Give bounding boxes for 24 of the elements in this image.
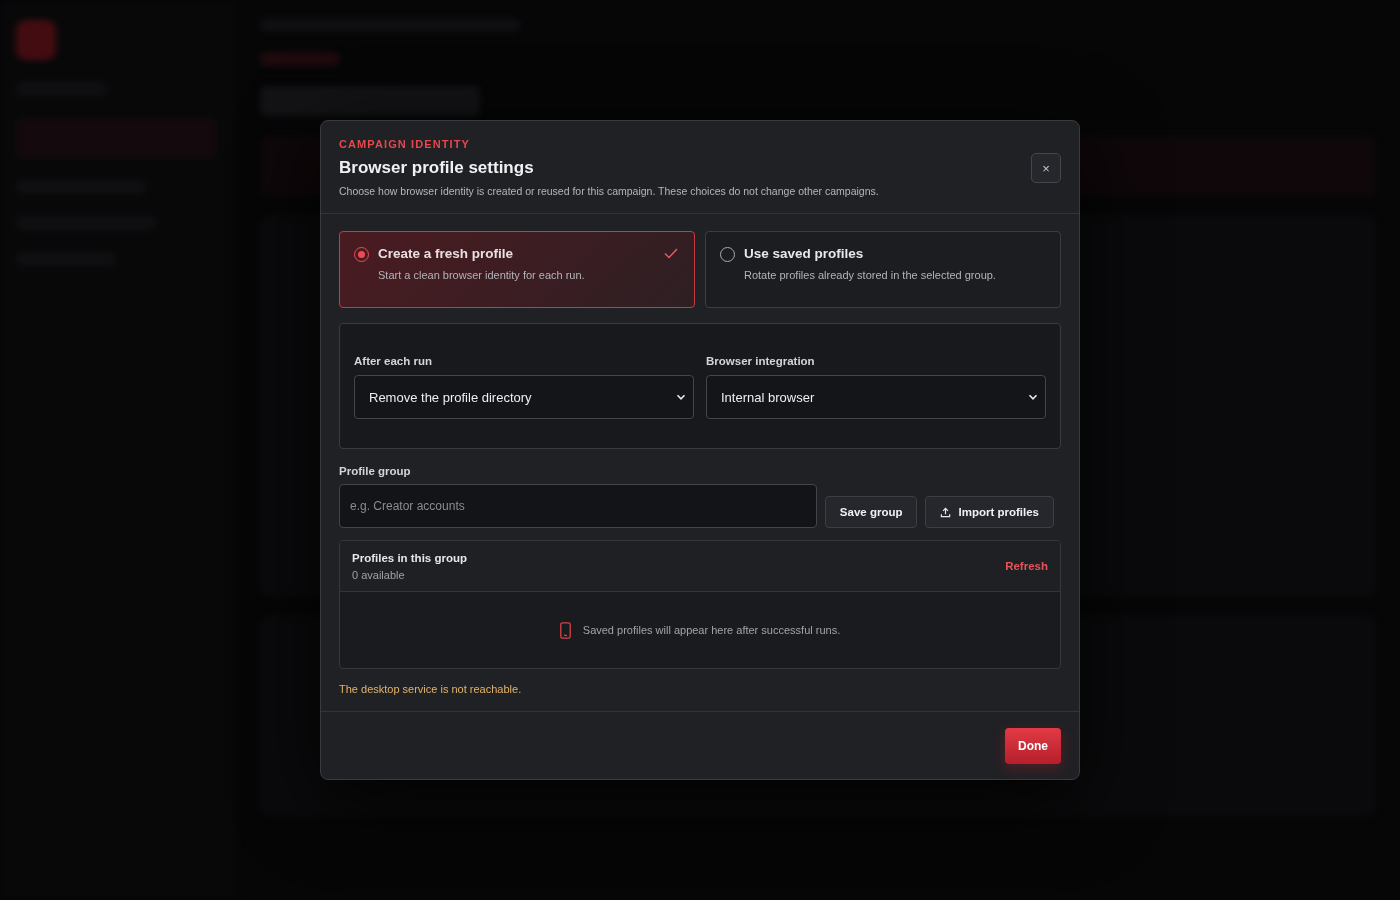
profile-count: 0 available: [352, 568, 406, 581]
select-field[interactable]: Remove the profile directory: [354, 375, 694, 419]
dialog-eyebrow: CAMPAIGN IDENTITY: [339, 138, 471, 150]
done-button[interactable]: Done: [1005, 728, 1061, 764]
option-description: Start a clean browser identity for each run.: [378, 269, 585, 281]
empty-message: Saved profiles will appear here after successful runs.: [582, 624, 841, 636]
panel-title: Profiles in this group: [352, 551, 467, 564]
import-button[interactable]: Import profiles: [925, 496, 1054, 528]
mode-option[interactable]: Use saved profiles Rotate profiles already stored in the selected group.: [705, 231, 1061, 308]
refresh-link[interactable]: Refresh: [1005, 560, 1048, 572]
field-label: Browser integration: [706, 355, 816, 367]
dialog-title: Browser profile settings: [339, 158, 535, 178]
select-field[interactable]: Internal browser: [706, 375, 1046, 419]
input-field[interactable]: e.g. Creator accounts: [339, 484, 817, 528]
option-title: Use saved profiles: [744, 246, 865, 261]
warning-message: The desktop service is not reachable.: [339, 683, 523, 695]
option-description: Rotate profiles already stored in the selected group.: [744, 269, 996, 281]
option-title: Create a fresh profile: [378, 246, 515, 261]
close-button[interactable]: ×: [1031, 153, 1061, 183]
mode-option[interactable]: Create a fresh profile Start a clean browser identity for each run.: [339, 231, 695, 308]
save-button[interactable]: Save group: [824, 496, 918, 528]
field-label: After each run: [354, 355, 433, 367]
dialog-description: Choose how browser identity is created or reused for this campaign. These choices do not change other campaigns.: [339, 185, 879, 197]
field-label: Profile group: [339, 465, 412, 477]
